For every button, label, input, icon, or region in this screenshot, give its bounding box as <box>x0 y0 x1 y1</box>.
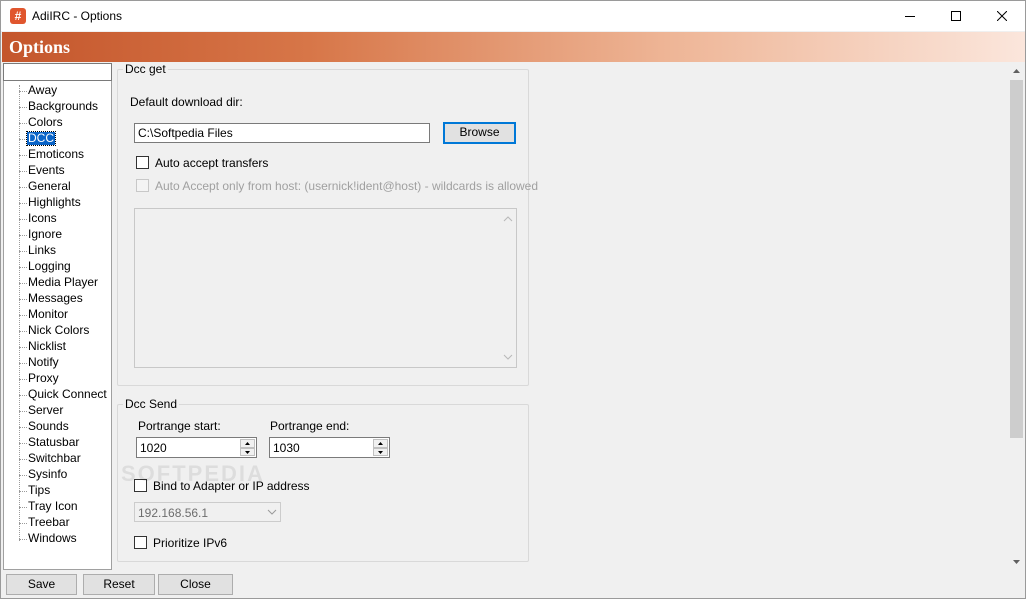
softpedia-watermark: SOFTPEDIA <box>121 461 265 486</box>
scroll-down-icon <box>1013 560 1020 564</box>
portrange-end-stepper[interactable]: 1030 <box>269 437 390 458</box>
listbox-scrollbar[interactable] <box>500 209 516 367</box>
tree-item-nicklist[interactable]: Nicklist <box>19 339 111 355</box>
prioritize-ipv6-label: Prioritize IPv6 <box>153 536 228 550</box>
host-listbox[interactable] <box>134 208 517 368</box>
tree-item-statusbar[interactable]: Statusbar <box>19 435 111 451</box>
auto-accept-host-checkbox[interactable] <box>136 179 149 192</box>
spin-up-button[interactable] <box>240 439 255 448</box>
auto-accept-label: Auto accept transfers <box>155 156 269 170</box>
dcc-get-title: Dcc get <box>123 62 168 76</box>
arrow-down-icon <box>245 450 250 454</box>
tree-item-away[interactable]: Away <box>19 83 111 99</box>
tree-item-general[interactable]: General <box>19 179 111 195</box>
portrange-start-stepper[interactable]: 1020 <box>136 437 257 458</box>
portrange-end-label: Portrange end: <box>270 419 350 433</box>
minimize-icon <box>905 16 915 17</box>
tree-item-sysinfo[interactable]: Sysinfo <box>19 467 111 483</box>
tree-item-media-player[interactable]: Media Player <box>19 275 111 291</box>
spin-down-button[interactable] <box>240 447 255 456</box>
tree-item-backgrounds[interactable]: Backgrounds <box>19 99 111 115</box>
maximize-icon <box>951 11 961 21</box>
ip-address-select[interactable]: 192.168.56.1 <box>134 502 281 522</box>
arrow-up-icon <box>378 442 383 445</box>
tree-item-server[interactable]: Server <box>19 403 111 419</box>
tree-item-ignore[interactable]: Ignore <box>19 227 111 243</box>
auto-accept-host-label: Auto Accept only from host: (usernick!id… <box>155 179 539 193</box>
arrow-down-icon <box>378 450 383 454</box>
tree-item-notify[interactable]: Notify <box>19 355 111 371</box>
tree-item-logging[interactable]: Logging <box>19 259 111 275</box>
download-dir-input[interactable]: C:\Softpedia Files <box>134 123 430 143</box>
tree-item-messages[interactable]: Messages <box>19 291 111 307</box>
portrange-start-value: 1020 <box>140 441 167 455</box>
tree-item-nick-colors[interactable]: Nick Colors <box>19 323 111 339</box>
window-title: AdiIRC - Options <box>32 9 123 23</box>
arrow-up-icon <box>245 442 250 445</box>
close-icon <box>997 11 1007 21</box>
tree-item-sounds[interactable]: Sounds <box>19 419 111 435</box>
browse-button[interactable]: Browse <box>443 122 516 144</box>
options-window: # AdiIRC - Options Options Away Backgrou… <box>0 0 1026 599</box>
tree-item-colors[interactable]: Colors <box>19 115 111 131</box>
tree-item-tray-icon[interactable]: Tray Icon <box>19 499 111 515</box>
page-title: Options <box>9 37 71 57</box>
tree-item-quick-connect[interactable]: Quick Connect <box>19 387 111 403</box>
maximize-button[interactable] <box>933 1 979 31</box>
tree-item-events[interactable]: Events <box>19 163 111 179</box>
spin-down-button[interactable] <box>373 447 388 456</box>
reset-button[interactable]: Reset <box>83 574 155 595</box>
title-bar[interactable]: # AdiIRC - Options <box>1 1 1025 31</box>
close-window-button[interactable] <box>979 1 1025 31</box>
scrollbar-thumb[interactable] <box>1010 80 1023 438</box>
download-dir-label: Default download dir: <box>130 95 243 109</box>
tree-item-treebar[interactable]: Treebar <box>19 515 111 531</box>
tree-item-tips[interactable]: Tips <box>19 483 111 499</box>
tree-item-windows[interactable]: Windows <box>19 531 111 547</box>
tree-item-links[interactable]: Links <box>19 243 111 259</box>
portrange-end-value: 1030 <box>273 441 300 455</box>
portrange-start-label: Portrange start: <box>138 419 221 433</box>
app-icon: # <box>10 8 26 24</box>
minimize-button[interactable] <box>887 1 933 31</box>
scroll-up-icon <box>1013 69 1020 73</box>
options-header: Options <box>2 32 1025 62</box>
chevron-down-icon <box>267 509 277 515</box>
tree-item-monitor[interactable]: Monitor <box>19 307 111 323</box>
spin-up-button[interactable] <box>373 439 388 448</box>
tree-item-switchbar[interactable]: Switchbar <box>19 451 111 467</box>
tree-item-proxy[interactable]: Proxy <box>19 371 111 387</box>
chevron-down-icon <box>503 354 513 360</box>
prioritize-ipv6-checkbox[interactable] <box>134 536 147 549</box>
chevron-up-icon <box>503 216 513 222</box>
content-scrollbar[interactable] <box>1008 63 1025 570</box>
close-button[interactable]: Close <box>158 574 233 595</box>
tree-search-input[interactable] <box>3 63 112 81</box>
ip-address-value: 192.168.56.1 <box>138 506 209 520</box>
tree-item-highlights[interactable]: Highlights <box>19 195 111 211</box>
tree-item-icons[interactable]: Icons <box>19 211 111 227</box>
options-tree[interactable]: Away Backgrounds Colors DCC Emoticons Ev… <box>3 81 112 570</box>
save-button[interactable]: Save <box>6 574 77 595</box>
auto-accept-checkbox[interactable] <box>136 156 149 169</box>
tree-item-emoticons[interactable]: Emoticons <box>19 147 111 163</box>
tree-item-dcc[interactable]: DCC <box>19 131 111 147</box>
dcc-send-title: Dcc Send <box>123 397 180 411</box>
